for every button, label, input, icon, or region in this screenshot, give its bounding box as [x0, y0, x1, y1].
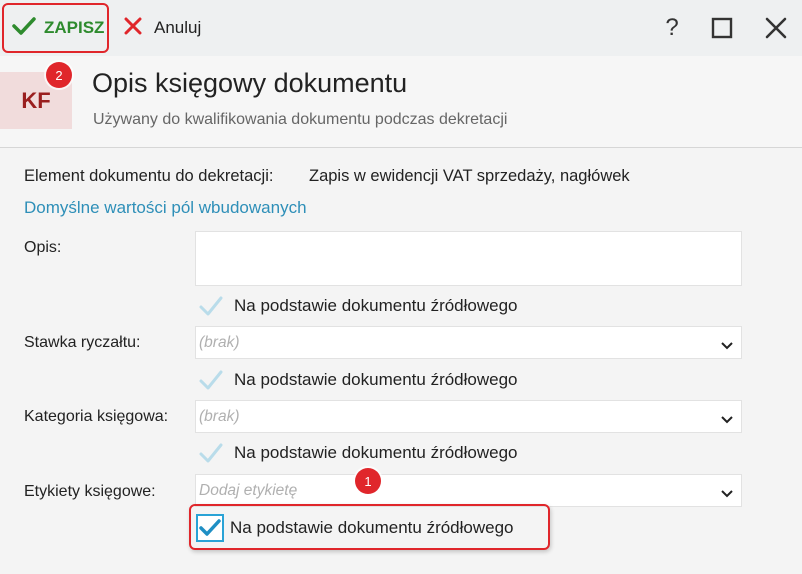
- save-button[interactable]: ZAPISZ: [2, 3, 109, 53]
- checkbox-label: Na podstawie dokumentu źródłowego: [234, 443, 518, 462]
- flat-rate-select[interactable]: (brak): [195, 326, 742, 359]
- document-element-label: Element dokumentu do dekretacji:: [24, 167, 274, 185]
- checkmark-icon: [196, 438, 226, 468]
- accounting-category-select[interactable]: (brak): [195, 400, 742, 433]
- chevron-down-icon: [721, 411, 733, 429]
- close-icon[interactable]: [762, 14, 790, 42]
- question-icon[interactable]: ?: [658, 14, 686, 42]
- description-label: Opis:: [24, 239, 62, 256]
- accounting-tags-source-checkbox[interactable]: Na podstawie dokumentu źródłowego: [196, 513, 514, 543]
- accounting-category-source-checkbox[interactable]: Na podstawie dokumentu źródłowego: [196, 438, 518, 468]
- page-title: Opis księgowy dokumentu: [92, 68, 408, 98]
- accounting-tags-placeholder: Dodaj etykietę: [199, 482, 298, 499]
- checkbox-label: Na podstawie dokumentu źródłowego: [234, 296, 518, 315]
- chevron-down-icon: [721, 337, 733, 355]
- cancel-button[interactable]: Anuluj: [124, 14, 201, 42]
- step-badge-2: 2: [46, 62, 72, 88]
- checkmark-icon: [196, 514, 224, 542]
- accounting-tags-select[interactable]: Dodaj etykietę: [195, 474, 742, 507]
- checkbox-label: Na podstawie dokumentu źródłowego: [230, 518, 514, 537]
- accounting-category-placeholder: (brak): [199, 408, 240, 425]
- checkmark-icon: [196, 291, 226, 321]
- accounting-category-label: Kategoria księgowa:: [24, 408, 169, 425]
- default-values-link[interactable]: Domyślne wartości pól wbudowanych: [24, 198, 307, 218]
- checkmark-icon: [196, 365, 226, 395]
- checkmark-icon: [12, 16, 36, 41]
- page-subtitle: Używany do kwalifikowania dokumentu podc…: [93, 111, 508, 128]
- step-badge-1: 1: [355, 468, 381, 494]
- maximize-icon[interactable]: [708, 14, 736, 42]
- flat-rate-source-checkbox[interactable]: Na podstawie dokumentu źródłowego: [196, 365, 518, 395]
- checkbox-label: Na podstawie dokumentu źródłowego: [234, 370, 518, 389]
- save-label: ZAPISZ: [44, 18, 105, 37]
- help-label: ?: [665, 14, 679, 41]
- x-icon: [124, 17, 142, 40]
- description-field[interactable]: [195, 231, 742, 286]
- description-source-checkbox[interactable]: Na podstawie dokumentu źródłowego: [196, 291, 518, 321]
- cancel-label: Anuluj: [154, 18, 202, 37]
- accounting-tags-label: Etykiety księgowe:: [24, 483, 156, 500]
- flat-rate-placeholder: (brak): [199, 334, 240, 351]
- document-element-value: Zapis w ewidencji VAT sprzedaży, nagłówe…: [309, 167, 630, 185]
- chevron-down-icon: [721, 485, 733, 503]
- flat-rate-label: Stawka ryczałtu:: [24, 334, 141, 351]
